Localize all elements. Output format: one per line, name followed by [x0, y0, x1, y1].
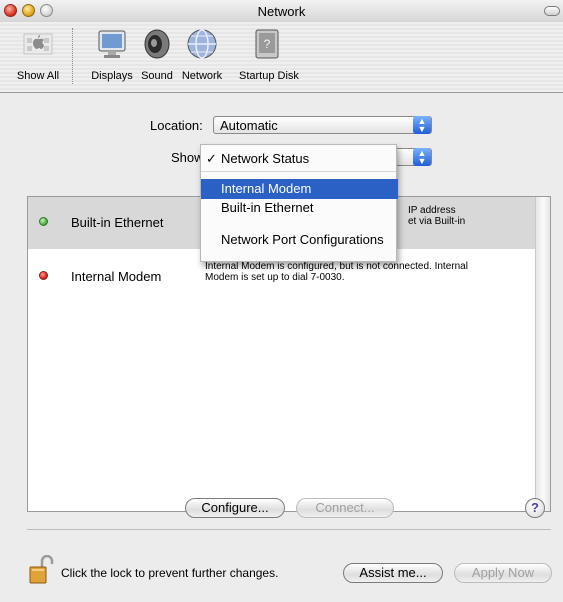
- menu-item-built-in-ethernet[interactable]: Built-in Ethernet: [201, 198, 398, 218]
- status-indicator-icon: [39, 217, 48, 226]
- toolbar-item-label: Startup Disk: [239, 70, 299, 82]
- toolbar-item-show-all[interactable]: Show All: [17, 26, 59, 82]
- menu-item-label: Built-in Ethernet: [221, 200, 314, 215]
- menu-item-network-status[interactable]: ✓ Network Status: [201, 149, 398, 169]
- svg-text:?: ?: [264, 37, 271, 51]
- menu-item-network-port-configurations[interactable]: Network Port Configurations: [201, 230, 398, 250]
- popup-arrows-icon: ▲ ▼: [413, 148, 431, 166]
- menu-item-label: Network Port Configurations: [221, 232, 384, 247]
- show-label: Show: [171, 150, 204, 165]
- title-bar[interactable]: Network: [0, 0, 563, 22]
- divider: [27, 529, 551, 530]
- toolbar-item-displays[interactable]: Displays: [91, 26, 133, 82]
- display-icon: [98, 30, 126, 58]
- menu-item-label: Internal Modem: [221, 181, 312, 196]
- description-line: Internal Modem is configured, but is not…: [205, 261, 468, 272]
- apple-grid-icon: [23, 33, 53, 55]
- description-line: IP address: [408, 205, 456, 216]
- service-name: Internal Modem: [71, 269, 162, 284]
- service-description: Internal Modem is configured, but is not…: [205, 261, 505, 283]
- lock-icon[interactable]: [28, 554, 54, 588]
- checkmark-icon: ✓: [206, 151, 217, 166]
- toolbar-separator: [72, 28, 74, 84]
- menu-item-internal-modem[interactable]: Internal Modem: [201, 179, 398, 199]
- connect-button[interactable]: Connect...: [296, 498, 394, 518]
- location-label: Location:: [150, 118, 203, 133]
- location-popup[interactable]: Automatic ▲ ▼: [213, 116, 432, 134]
- network-preferences-window: Network Show All Displays Sound Network …: [0, 0, 563, 602]
- service-name: Built-in Ethernet: [71, 215, 164, 230]
- description-line: Modem is set up to dial 7-0030.: [205, 272, 345, 283]
- description-line: et via Built-in: [408, 216, 466, 227]
- popup-arrows-icon: ▲ ▼: [413, 116, 431, 134]
- lock-message: Click the lock to prevent further change…: [61, 566, 279, 580]
- menu-item-label: Network Status: [221, 151, 310, 166]
- hard-disk-icon: ?: [255, 29, 279, 59]
- toolbar-item-label: Network: [181, 70, 223, 82]
- window-title: Network: [257, 4, 306, 19]
- location-value: Automatic: [220, 118, 278, 133]
- toolbar-toggle-button[interactable]: [544, 6, 560, 16]
- menu-separator: [201, 171, 396, 172]
- toolbar: Show All Displays Sound Network ? Startu…: [0, 22, 563, 93]
- scrollbar[interactable]: [535, 197, 550, 511]
- help-button[interactable]: ?: [525, 498, 545, 518]
- configure-button[interactable]: Configure...: [185, 498, 285, 518]
- toolbar-item-startup-disk[interactable]: ? Startup Disk: [239, 26, 299, 82]
- globe-icon: [187, 29, 217, 59]
- toolbar-item-label: Show All: [16, 70, 60, 82]
- assist-me-button[interactable]: Assist me...: [343, 563, 443, 583]
- status-indicator-icon: [39, 271, 48, 280]
- apply-now-button[interactable]: Apply Now: [454, 563, 552, 583]
- speaker-icon: [144, 29, 170, 59]
- show-menu: ✓ Network Status Internal Modem Built-in…: [200, 144, 398, 262]
- service-description: IP address et via Built-in: [408, 205, 528, 227]
- toolbar-item-sound[interactable]: Sound: [140, 26, 174, 82]
- toolbar-item-network[interactable]: Network: [182, 26, 222, 82]
